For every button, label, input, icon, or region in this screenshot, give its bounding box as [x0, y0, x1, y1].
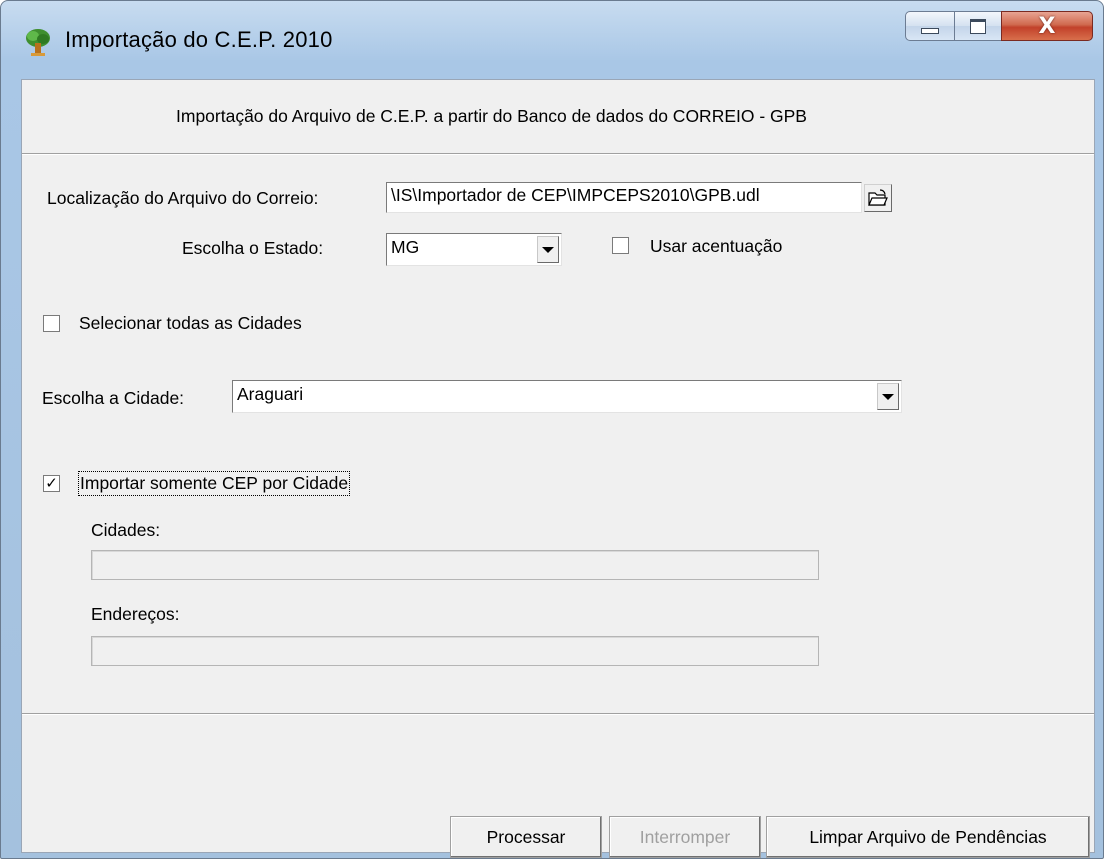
tree-icon [26, 29, 50, 56]
only-city-checkbox[interactable]: ✓ [43, 475, 60, 492]
maximize-button[interactable] [954, 11, 1002, 41]
close-icon: X [1038, 13, 1056, 39]
chevron-down-icon[interactable] [537, 236, 559, 263]
clear-pending-button[interactable]: Limpar Arquivo de Pendências [766, 816, 1090, 858]
city-select[interactable]: Araguari [232, 380, 902, 413]
accent-label[interactable]: Usar acentuação [650, 236, 782, 257]
interrupt-button[interactable]: Interromper [609, 816, 761, 858]
cities-progress-label: Cidades: [91, 520, 161, 540]
dialog-body: Importação do Arquivo de C.E.P. a partir… [21, 79, 1095, 858]
city-select-value: Araguari [237, 384, 304, 404]
title-bar[interactable]: Importação do C.E.P. 2010 X [1, 1, 1103, 73]
addresses-progress-label: Endereços: [91, 604, 180, 624]
file-location-label: Localização do Arquivo do Correio: [47, 188, 319, 208]
header-separator [22, 153, 1094, 155]
state-select[interactable]: MG [386, 233, 562, 266]
select-all-cities-checkbox[interactable] [43, 315, 60, 332]
state-label: Escolha o Estado: [182, 238, 324, 258]
main-window: Importação do C.E.P. 2010 X Importação d… [0, 0, 1104, 859]
city-label: Escolha a Cidade: [42, 388, 185, 408]
chevron-down-icon[interactable] [877, 383, 899, 410]
maximize-icon [970, 18, 986, 34]
window-title: Importação do C.E.P. 2010 [65, 27, 333, 52]
browse-button[interactable] [864, 184, 892, 212]
minimize-button[interactable] [905, 11, 955, 41]
file-location-input[interactable]: \IS\Importador de CEP\IMPCEPS2010\GPB.ud… [386, 182, 862, 213]
cities-progress-bar [91, 550, 819, 580]
only-city-label[interactable]: Importar somente CEP por Cidade [77, 471, 351, 496]
footer-separator [22, 713, 1094, 715]
addresses-progress-bar [91, 636, 819, 666]
select-all-cities-label[interactable]: Selecionar todas as Cidades [79, 313, 302, 334]
state-select-value: MG [391, 237, 420, 257]
accent-checkbox[interactable] [612, 237, 629, 254]
header-description: Importação do Arquivo de C.E.P. a partir… [176, 106, 807, 126]
folder-open-icon [868, 189, 888, 206]
close-button[interactable]: X [1001, 11, 1093, 41]
process-button[interactable]: Processar [450, 816, 602, 858]
minimize-icon [921, 28, 939, 34]
